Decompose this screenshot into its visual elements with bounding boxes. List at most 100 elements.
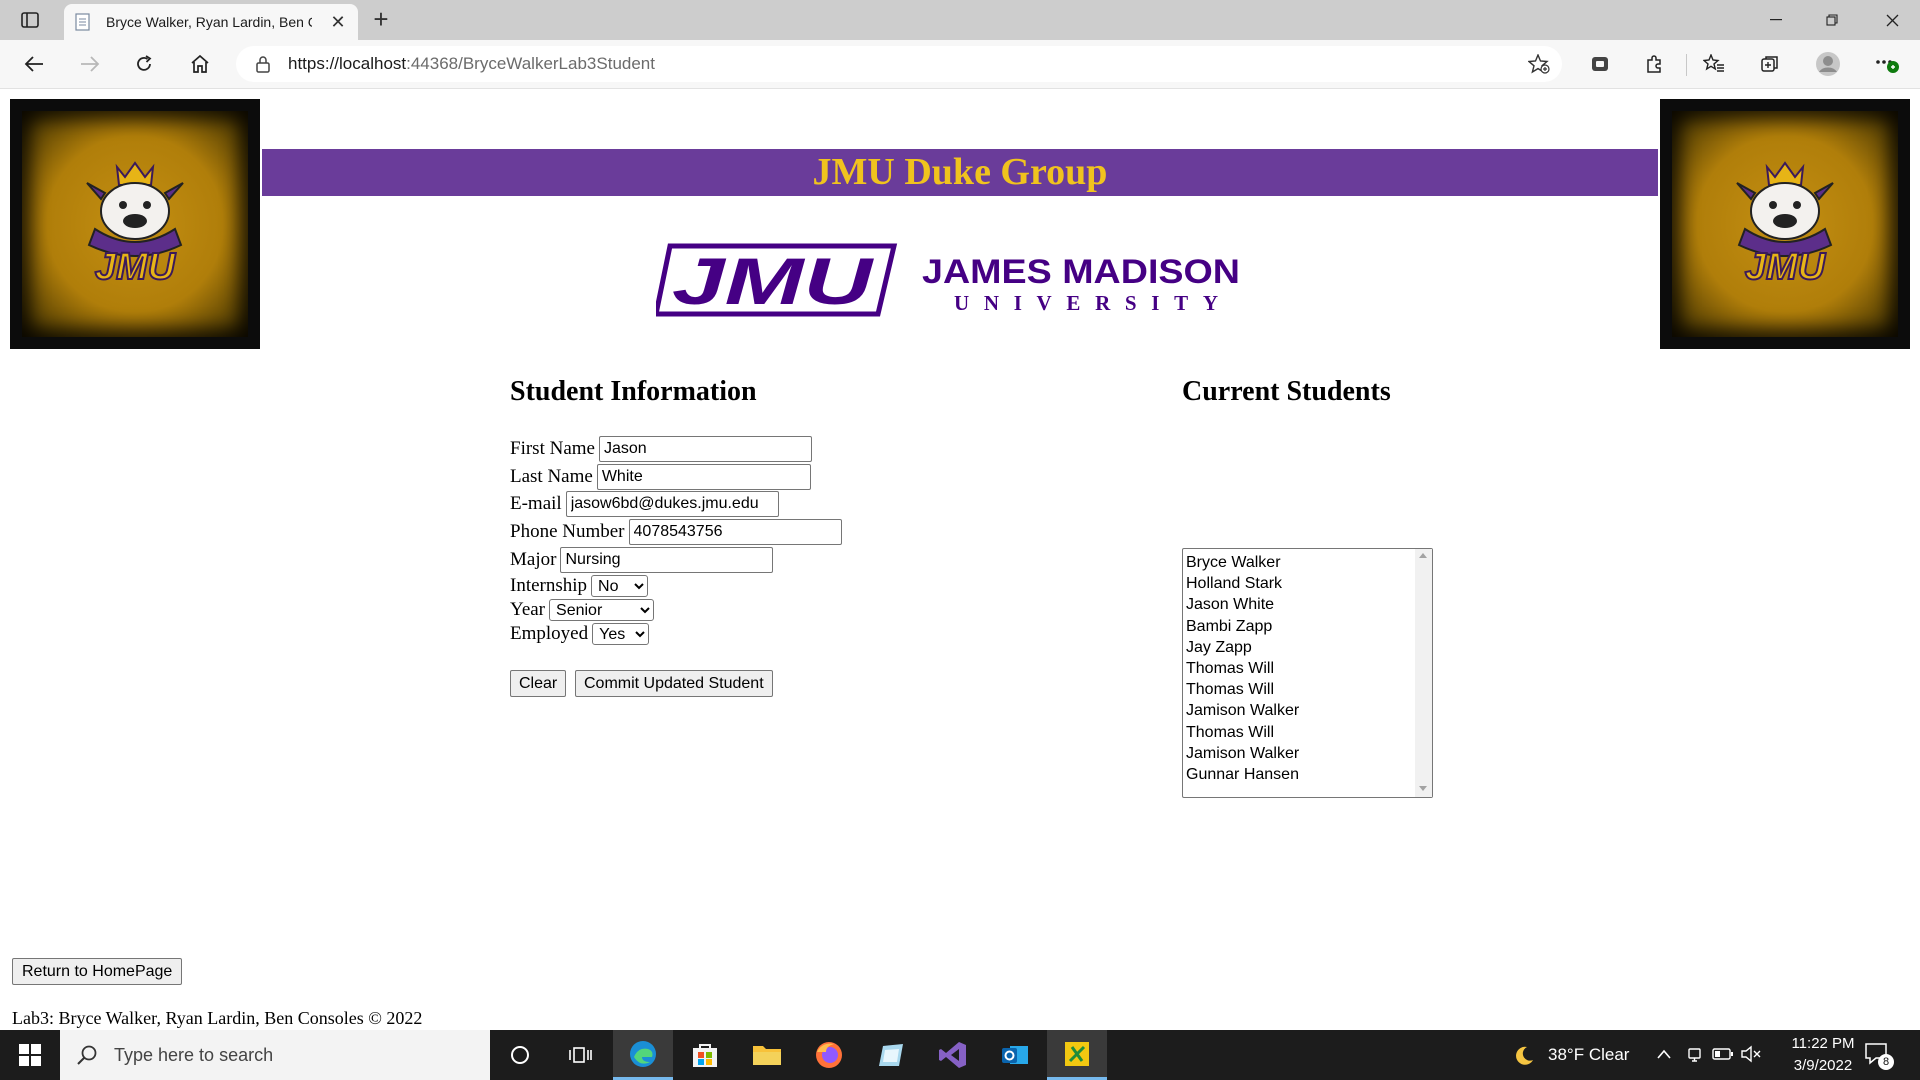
app-tile-icon[interactable] — [861, 1030, 921, 1080]
student-list-item[interactable]: Thomas Will — [1186, 722, 1299, 743]
profile-avatar[interactable] — [1810, 48, 1846, 80]
windows-start-icon[interactable] — [0, 1030, 60, 1080]
last-name-row: Last Name — [510, 464, 811, 490]
phone-input[interactable] — [628, 519, 842, 545]
first-name-row: First Name — [510, 436, 812, 462]
settings-more-icon[interactable] — [1868, 48, 1904, 80]
employed-label: Employed — [510, 623, 589, 644]
visual-studio-icon[interactable] — [923, 1030, 983, 1080]
close-window-icon[interactable] — [1864, 0, 1920, 40]
collections-icon[interactable] — [1752, 48, 1788, 80]
firefox-icon[interactable] — [799, 1030, 859, 1080]
taskbar-search-box[interactable]: Type here to search — [60, 1030, 490, 1080]
return-homepage-button[interactable]: Return to HomePage — [12, 958, 183, 985]
tab-title: Bryce Walker, Ryan Lardin, Ben C — [106, 14, 312, 30]
forward-icon[interactable] — [72, 48, 108, 80]
file-explorer-icon[interactable] — [737, 1030, 797, 1080]
student-list-item[interactable]: Thomas Will — [1186, 679, 1299, 700]
close-tab-icon[interactable]: ✕ — [328, 12, 348, 33]
student-list-item[interactable]: Jason White — [1186, 594, 1299, 615]
navigation-bar: https://localhost:44368/BryceWalkerLab3S… — [0, 40, 1920, 89]
volume-muted-icon[interactable] — [1740, 1045, 1762, 1063]
year-select[interactable]: Senior — [549, 599, 655, 621]
notification-count-badge: 8 — [1878, 1054, 1894, 1070]
email-input[interactable] — [565, 491, 779, 517]
first-name-input[interactable] — [598, 436, 812, 462]
student-list-item[interactable]: Jamison Walker — [1186, 743, 1299, 764]
student-list-item[interactable]: Jay Zapp — [1186, 637, 1299, 658]
list-scrollbar[interactable] — [1415, 549, 1432, 797]
student-list-item[interactable]: Gunnar Hansen — [1186, 764, 1299, 785]
chevron-up-icon[interactable] — [1656, 1048, 1672, 1060]
employed-select[interactable]: Yes — [592, 623, 650, 645]
browser-tab[interactable]: Bryce Walker, Ryan Lardin, Ben C ✕ — [64, 4, 358, 40]
new-tab-icon[interactable]: + — [366, 6, 396, 34]
microsoft-store-icon[interactable] — [675, 1030, 735, 1080]
last-name-input[interactable] — [596, 464, 811, 490]
cortana-icon[interactable] — [490, 1030, 550, 1080]
student-info-heading: Student Information — [510, 376, 757, 407]
tab-bar: Bryce Walker, Ryan Lardin, Ben C ✕ + — [0, 0, 1920, 40]
duke-dog-icon: JMU — [86, 161, 184, 289]
battery-icon[interactable] — [1712, 1047, 1734, 1061]
commit-updated-student-button[interactable]: Commit Updated Student — [575, 670, 773, 697]
favorites-icon[interactable] — [1696, 48, 1732, 80]
year-label: Year — [510, 599, 546, 620]
current-students-list[interactable]: Bryce Walker Holland Stark Jason White B… — [1182, 548, 1433, 798]
major-row: Major — [510, 547, 774, 573]
major-input[interactable] — [560, 547, 774, 573]
student-list-item[interactable]: Jamison Walker — [1186, 700, 1299, 721]
add-favorite-icon[interactable] — [1528, 54, 1550, 74]
refresh-icon[interactable] — [126, 48, 162, 80]
banner: JMU Duke Group — [262, 149, 1658, 196]
svg-text:JMU: JMU — [95, 246, 177, 288]
clear-button[interactable]: Clear — [510, 670, 567, 697]
restore-icon[interactable] — [1804, 0, 1860, 40]
internship-select[interactable]: No — [591, 575, 649, 597]
email-label: E-mail — [510, 493, 562, 514]
meet-now-icon[interactable] — [1686, 1045, 1704, 1065]
student-list-item[interactable]: Bryce Walker — [1186, 552, 1299, 573]
search-icon — [77, 1045, 97, 1065]
lock-icon[interactable] — [254, 55, 272, 73]
employed-row: Employed Yes — [510, 623, 650, 645]
edge-icon[interactable] — [613, 1030, 673, 1080]
student-list-item[interactable]: Bambi Zapp — [1186, 616, 1299, 637]
student-list-item[interactable]: Thomas Will — [1186, 658, 1299, 679]
phone-row: Phone Number — [510, 519, 842, 545]
internship-label: Internship — [510, 575, 588, 596]
taskbar: Type here to search 38°F Clear 11:22 PM … — [0, 1030, 1920, 1080]
jmu-logo: JMU JAMES MADISON UNIVERSITY — [656, 243, 1240, 318]
tab-actions-icon[interactable] — [16, 8, 44, 32]
duke-dog-image-left: JMU — [10, 99, 260, 349]
notifications-icon[interactable]: 8 — [1864, 1042, 1896, 1072]
phone-label: Phone Number — [510, 521, 625, 542]
duke-dog-icon: JMU — [1736, 161, 1834, 289]
scroll-down-icon[interactable] — [1419, 786, 1427, 791]
outlook-icon[interactable] — [985, 1030, 1045, 1080]
moon-weather-icon — [1516, 1046, 1533, 1065]
clock-date: 3/9/2022 — [1793, 1057, 1853, 1074]
minimize-icon[interactable] — [1748, 0, 1804, 40]
extensions-icon[interactable] — [1636, 48, 1672, 80]
sql-app-icon[interactable] — [1047, 1030, 1107, 1080]
web-page: JMU JMU Duke Group JMU JMU JAMES MADISON… — [0, 90, 1920, 1030]
task-view-icon[interactable] — [551, 1030, 611, 1080]
svg-text:JMU: JMU — [1745, 246, 1827, 288]
first-name-label: First Name — [510, 438, 595, 459]
system-clock[interactable]: 11:22 PM 3/9/2022 — [1768, 1033, 1878, 1077]
back-icon[interactable] — [16, 48, 52, 80]
address-bar[interactable]: https://localhost:44368/BryceWalkerLab3S… — [236, 46, 1562, 82]
scroll-up-icon[interactable] — [1419, 553, 1427, 558]
url-text[interactable]: https://localhost:44368/BryceWalkerLab3S… — [288, 54, 655, 74]
year-row: Year Senior — [510, 599, 655, 621]
home-icon[interactable] — [182, 48, 218, 80]
duke-dog-image-right: JMU — [1660, 99, 1910, 349]
weather-text[interactable]: 38°F Clear — [1548, 1045, 1629, 1065]
student-list-item[interactable]: Holland Stark — [1186, 573, 1299, 594]
svg-text:JAMES MADISON: JAMES MADISON — [922, 253, 1240, 291]
email-row: E-mail — [510, 491, 779, 517]
extension-shield-icon[interactable] — [1582, 48, 1618, 80]
footer-text: Lab3: Bryce Walker, Ryan Lardin, Ben Con… — [12, 1008, 423, 1028]
svg-text:UNIVERSITY: UNIVERSITY — [954, 291, 1218, 315]
